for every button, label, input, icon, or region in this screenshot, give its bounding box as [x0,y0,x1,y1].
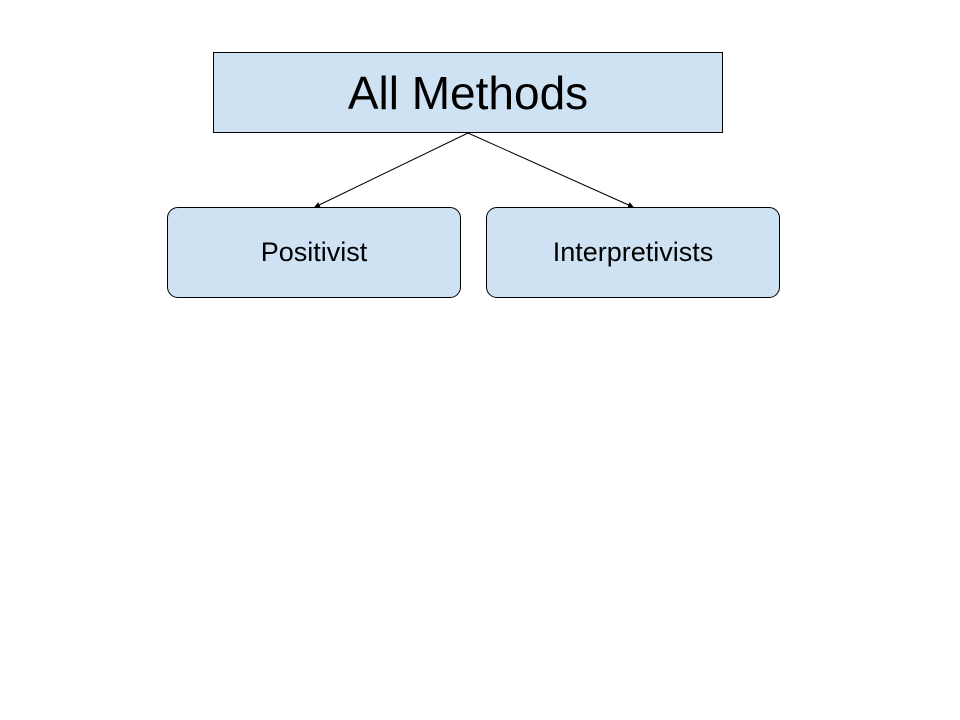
root-node-label: All Methods [347,66,589,119]
connector-root-to-interpretivists [467,132,634,208]
interpretivists-node-label: Interpretivists [552,237,714,267]
diagram-canvas: All Methods Positivist Interpretivists [0,0,960,720]
positivist-node-label: Positivist [260,237,368,267]
root-node-box: All Methods [213,52,723,133]
interpretivists-node-box: Interpretivists [486,207,780,298]
connector-root-to-positivist [314,132,469,208]
positivist-node-box: Positivist [167,207,461,298]
